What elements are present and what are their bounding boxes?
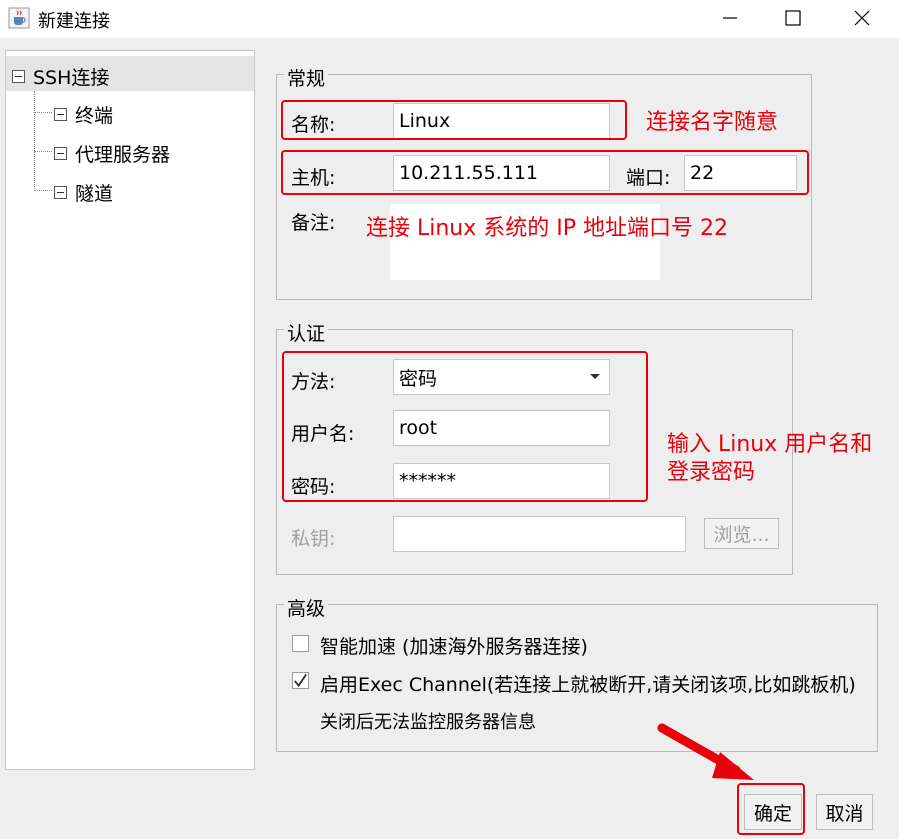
privkey-input[interactable] (393, 516, 686, 552)
tree-item-ssh[interactable]: SSH连接 (12, 63, 109, 90)
maximize-button[interactable] (763, 0, 823, 36)
annotation-host-hint: 连接 Linux 系统的 IP 地址端口号 22 (366, 216, 728, 241)
minimize-icon (723, 17, 737, 19)
tree-item-label: SSH连接 (33, 67, 110, 89)
collapse-icon (54, 147, 67, 160)
annotation-auth-hint-2: 登录密码 (667, 460, 756, 485)
window-title: 新建连接 (38, 11, 110, 32)
general-legend: 常规 (284, 64, 329, 91)
tree-connector (34, 112, 52, 113)
privkey-label: 私钥: (291, 528, 336, 550)
exec-checkbox[interactable] (292, 672, 309, 689)
annotation-name-hint: 连接名字随意 (646, 110, 779, 135)
java-cup-icon (8, 7, 30, 29)
settings-tree: SSH连接 终端 代理服务器 隧道 (5, 50, 255, 770)
tree-connector (34, 190, 52, 191)
annotation-box-host (281, 150, 809, 195)
tree-item-label: 隧道 (75, 183, 114, 205)
exec-label: 启用Exec Channel(若连接上就被断开,请关闭该项,比如跳板机) (320, 674, 856, 696)
collapse-icon (54, 108, 67, 121)
tree-item-terminal[interactable]: 终端 (54, 101, 113, 128)
tree-connector (34, 91, 35, 191)
exec-note: 关闭后无法监控服务器信息 (320, 712, 536, 733)
checkmark-icon (294, 673, 307, 687)
auth-legend: 认证 (284, 319, 329, 346)
advanced-legend: 高级 (284, 594, 329, 621)
collapse-icon (12, 70, 25, 83)
annotation-box-name (281, 100, 627, 140)
tree-item-label: 代理服务器 (75, 144, 171, 166)
cancel-button[interactable]: 取消 (816, 794, 873, 830)
tree-item-proxy[interactable]: 代理服务器 (54, 140, 170, 167)
close-icon (854, 10, 870, 26)
minimize-button[interactable] (700, 0, 760, 36)
maximize-icon (785, 10, 801, 26)
annotation-arrow-icon (657, 723, 754, 780)
annotation-box-ok (737, 783, 805, 835)
tree-connector (34, 151, 52, 152)
title-bar: 新建连接 (0, 0, 899, 38)
close-button[interactable] (832, 0, 892, 36)
accel-checkbox[interactable] (292, 635, 309, 652)
note-label: 备注: (291, 212, 336, 234)
tree-item-label: 终端 (75, 105, 114, 127)
annotation-box-auth (282, 351, 648, 502)
collapse-icon (54, 186, 67, 199)
accel-label: 智能加速 (加速海外服务器连接) (320, 636, 588, 658)
browse-button[interactable]: 浏览... (704, 518, 779, 549)
tree-item-tunnel[interactable]: 隧道 (54, 179, 113, 206)
